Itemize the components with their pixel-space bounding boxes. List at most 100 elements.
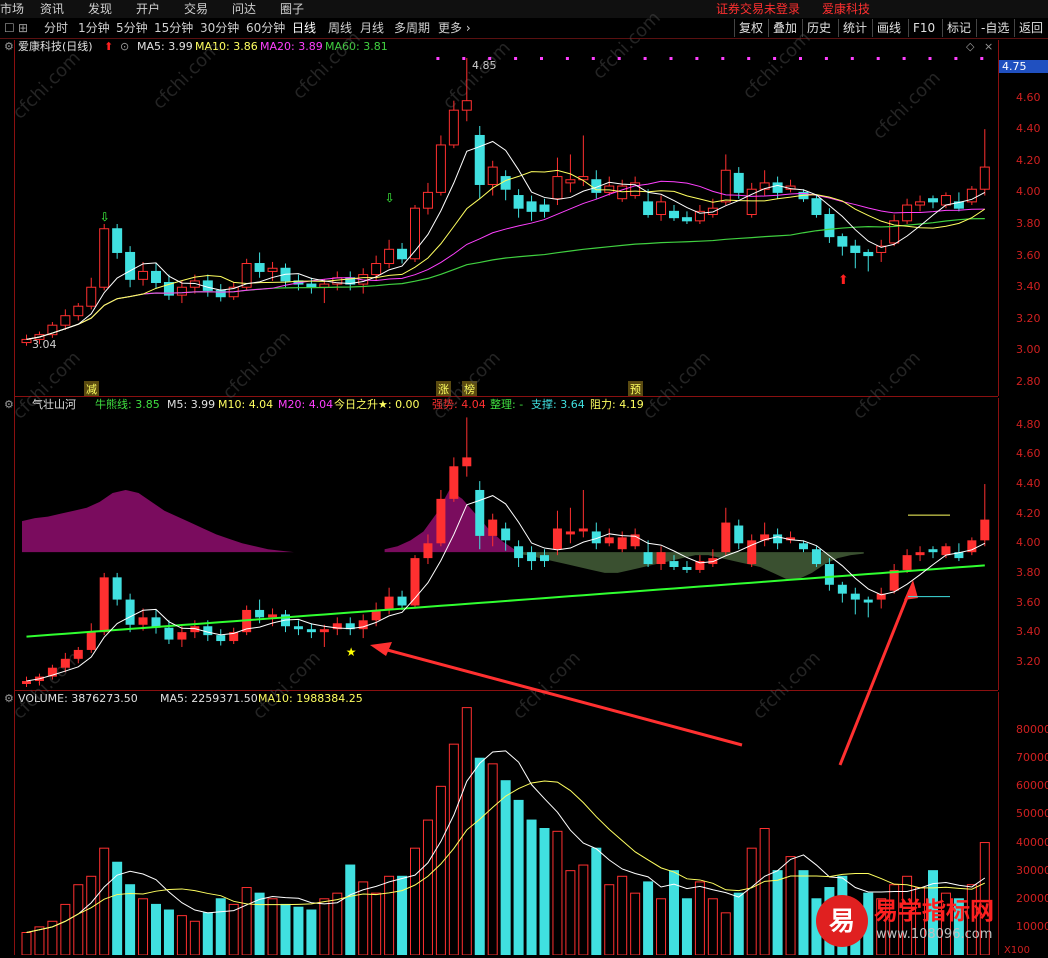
volume-bar [60,903,71,955]
signal-dot [773,57,777,60]
ind-candle-body [449,466,459,499]
ind-candle-body [384,596,394,610]
volume-bar [189,920,200,955]
volume-bar [630,892,641,955]
volume-bar [228,903,239,955]
candle-body [306,283,317,288]
ind-candle-body [915,552,925,556]
candle-body [915,201,926,206]
signal-dot [591,57,595,60]
ind-candle-body [22,681,31,684]
watermark-text: cfchi.com [439,37,515,113]
logo-text: 易学指标网 [874,896,994,925]
watermark-text: cfchi.com [219,327,295,403]
candle-body [681,217,692,222]
volume-bar [759,828,770,955]
candle-body [60,315,71,326]
volume-bar [371,892,382,955]
volume-bar [410,847,420,955]
candle-body [513,195,524,209]
candle-body [772,182,783,193]
ind-candle-body [552,528,562,550]
volume-bar [733,892,744,955]
candle-body [202,280,213,291]
ind-candle-body [578,528,588,532]
candle-body [267,267,278,272]
volume-bar [656,898,667,955]
volume-bar [86,875,97,955]
watermark-text: cfchi.com [639,347,715,423]
volume-bar [552,830,563,955]
candle-body [656,201,667,216]
ind-candle-body [112,577,122,600]
volume-bar [617,875,628,955]
signal-dot [902,57,906,60]
ind-candle-body [941,546,951,556]
candle-body [604,185,615,193]
volume-bar [125,884,136,955]
signal-dot [980,57,984,60]
ind-candle-body [824,564,834,585]
volume-bar [21,932,32,955]
volume-bar [73,884,84,955]
ind-candle-body [643,552,653,565]
signal-dot [876,57,880,60]
watermark-text: cfchi.com [869,67,945,143]
signal-dot [436,57,440,60]
candle-body [526,201,537,212]
volume-bar [293,906,304,955]
ind-candle-body [293,626,303,630]
ind-candle-body [306,629,316,633]
volume-bar [435,785,446,955]
volume-bar [539,828,550,955]
candle-body [487,166,498,185]
candle-body [384,248,395,265]
candle-body [850,245,861,253]
chart-canvas[interactable]: cfchi.com cfchi.com cfchi.com cfchi.com cfch… [0,0,1048,955]
ind-candle-body [656,552,666,565]
candle-body [928,198,938,203]
volume-bar [681,898,692,955]
volume-bar [319,898,330,955]
volume-bar [772,870,783,955]
ind-candle-body [708,558,718,565]
ind-candle-body [811,549,821,565]
signal-dot [565,57,569,60]
ind-candle-body [669,561,679,567]
signal-dot [540,57,543,60]
volume-bar [422,819,433,955]
star-icon: ★ [346,645,357,659]
logo-char: 易 [829,907,856,937]
up-arrow-icon: ⬆ [838,273,849,288]
ind-candle-body [177,632,187,640]
signal-dot [488,57,492,60]
ind-candle-body [928,549,938,553]
ma20-line [26,180,985,340]
ind-candle-body [138,617,148,625]
ind-candle-body [436,498,446,544]
volume-bar [798,870,809,955]
watermark-text: cfchi.com [749,647,825,723]
candle-body [176,286,187,296]
candle-body [397,248,408,260]
volume-bar [500,780,511,955]
volume-bar [643,881,654,955]
signal-dot [462,57,466,60]
candle-body [539,204,550,212]
watermark-text: cfchi.com [249,647,325,723]
volume-bar [138,898,149,955]
signal-dot [721,57,725,60]
signal-dot [695,57,699,60]
volume-bar [163,909,174,955]
candle-body [565,179,576,184]
candle-body [863,251,874,257]
watermark-text: cfchi.com [9,347,85,423]
candle-body [422,191,433,209]
ind-candle-body [488,519,498,536]
volume-bar [565,870,576,955]
volume-bar [254,892,265,955]
resistance-area [22,489,294,553]
volume-bar [513,799,524,955]
ind-candle-body [125,599,135,625]
ind-candle-body [164,627,174,640]
